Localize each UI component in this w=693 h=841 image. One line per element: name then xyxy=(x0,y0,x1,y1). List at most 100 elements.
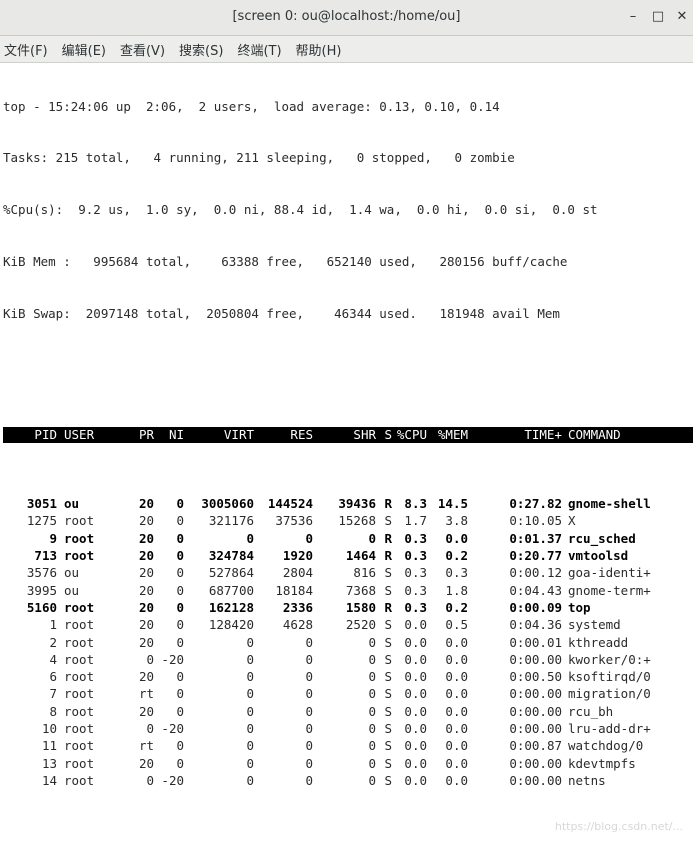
process-shr: 2520 xyxy=(345,617,376,633)
process-state: S xyxy=(384,565,392,581)
process-command: gnome-shell xyxy=(568,496,651,512)
process-user: ou xyxy=(64,565,80,581)
process-mem: 14.5 xyxy=(437,496,468,512)
process-shr: 1464 xyxy=(345,548,376,564)
process-ni: 0 xyxy=(176,703,184,719)
process-ni: 0 xyxy=(176,617,184,633)
process-user: root xyxy=(64,703,95,719)
terminal-output[interactable]: top - 15:24:06 up 2:06, 2 users, load av… xyxy=(0,63,693,841)
process-ni: 0 xyxy=(176,634,184,650)
menu-edit[interactable]: 编辑(E) xyxy=(62,40,106,59)
process-pid: 3051 xyxy=(26,496,57,512)
process-user: ou xyxy=(64,582,80,598)
process-row: 14 root 0 -20 0 0 0 S 0.0 0.0 0:00.00 netns xyxy=(3,772,693,789)
process-mem: 0.3 xyxy=(445,565,468,581)
process-state: S xyxy=(384,703,392,719)
process-state: R xyxy=(384,599,392,615)
process-row: 3051 ou 20 0 3005060 144524 39436 R 8.3 14.5 0:27.… xyxy=(3,495,693,512)
process-time: 0:00.00 xyxy=(509,651,562,667)
col-ni: NI xyxy=(168,427,184,443)
process-virt: 162128 xyxy=(208,599,254,615)
top-mem-line: KiB Mem : 995684 total, 63388 free, 6521… xyxy=(3,254,568,270)
process-row: 1275 root 20 0 321176 37536 15268 S 1.7 3.8 0:10.0… xyxy=(3,512,693,529)
process-shr: 0 xyxy=(368,530,376,546)
process-virt: 324784 xyxy=(208,548,254,564)
process-pid: 4 xyxy=(49,651,57,667)
process-pr: 20 xyxy=(138,582,154,598)
maximize-button[interactable]: □ xyxy=(649,8,667,26)
process-virt: 0 xyxy=(246,738,254,754)
process-pid: 9 xyxy=(49,530,57,546)
process-time: 0:00.01 xyxy=(509,634,562,650)
process-cpu: 0.0 xyxy=(404,669,427,685)
process-cpu: 0.3 xyxy=(404,565,427,581)
process-res: 0 xyxy=(305,703,313,719)
process-cpu: 0.0 xyxy=(404,738,427,754)
window-titlebar[interactable]: [screen 0: ou@localhost:/home/ou] – □ ✕ xyxy=(0,0,693,36)
process-time: 0:00.00 xyxy=(509,755,562,771)
process-user: root xyxy=(64,530,95,546)
process-time: 0:20.77 xyxy=(509,548,562,564)
top-cpu-line: %Cpu(s): 9.2 us, 1.0 sy, 0.0 ni, 88.4 id… xyxy=(3,202,598,218)
process-shr: 39436 xyxy=(338,496,376,512)
process-res: 37536 xyxy=(275,513,313,529)
col-cpu: %CPU xyxy=(396,427,427,443)
process-state: S xyxy=(384,634,392,650)
process-mem: 0.0 xyxy=(445,686,468,702)
menu-help[interactable]: 帮助(H) xyxy=(296,40,342,59)
process-virt: 0 xyxy=(246,651,254,667)
process-state: S xyxy=(384,582,392,598)
process-mem: 3.8 xyxy=(445,513,468,529)
process-mem: 0.5 xyxy=(445,617,468,633)
process-mem: 0.0 xyxy=(445,755,468,771)
menu-terminal[interactable]: 终端(T) xyxy=(237,40,281,59)
process-command: rcu_bh xyxy=(568,703,614,719)
menu-search[interactable]: 搜索(S) xyxy=(179,40,223,59)
process-state: R xyxy=(384,496,392,512)
process-pr: 20 xyxy=(138,599,154,615)
process-shr: 7368 xyxy=(345,582,376,598)
process-time: 0:00.00 xyxy=(509,720,562,736)
process-mem: 0.0 xyxy=(445,720,468,736)
process-res: 18184 xyxy=(275,582,313,598)
watermark-text: https://blog.csdn.net/... xyxy=(554,819,683,833)
process-time: 0:00.12 xyxy=(509,565,562,581)
process-time: 0:04.43 xyxy=(509,582,562,598)
process-virt: 0 xyxy=(246,686,254,702)
process-user: root xyxy=(64,772,95,788)
process-ni: -20 xyxy=(161,772,184,788)
process-shr: 0 xyxy=(368,738,376,754)
process-table-header: PID USER PR NI VIRT RES SHR S %CPU %MEM … xyxy=(3,427,693,444)
process-pr: 0 xyxy=(146,720,154,736)
menu-file[interactable]: 文件(F) xyxy=(4,40,48,59)
process-time: 0:00.00 xyxy=(509,703,562,719)
process-state: S xyxy=(384,755,392,771)
process-ni: 0 xyxy=(176,496,184,512)
process-mem: 0.0 xyxy=(445,703,468,719)
process-command: vmtoolsd xyxy=(568,548,629,564)
col-user: USER xyxy=(64,427,95,443)
process-state: S xyxy=(384,720,392,736)
minimize-button[interactable]: – xyxy=(624,8,642,26)
top-uptime-line: top - 15:24:06 up 2:06, 2 users, load av… xyxy=(3,98,500,114)
menu-view[interactable]: 查看(V) xyxy=(120,40,165,59)
col-time: TIME+ xyxy=(524,427,562,443)
process-row: 5160 root 20 0 162128 2336 1580 R 0.3 0.2 0:00.09 t… xyxy=(3,599,693,616)
process-command: netns xyxy=(568,772,606,788)
process-ni: 0 xyxy=(176,548,184,564)
process-shr: 0 xyxy=(368,772,376,788)
menu-bar: 文件(F) 编辑(E) 查看(V) 搜索(S) 终端(T) 帮助(H) xyxy=(0,36,693,63)
process-row: 10 root 0 -20 0 0 0 S 0.0 0.0 0:00.00 lru-add-dr+ xyxy=(3,720,693,737)
process-time: 0:27.82 xyxy=(509,496,562,512)
process-user: root xyxy=(64,617,95,633)
process-mem: 0.0 xyxy=(445,651,468,667)
process-cpu: 0.3 xyxy=(404,548,427,564)
process-row: 8 root 20 0 0 0 0 S 0.0 0.0 0:00.00 rcu_bh xyxy=(3,703,693,720)
process-shr: 0 xyxy=(368,755,376,771)
top-swap-line: KiB Swap: 2097148 total, 2050804 free, 4… xyxy=(3,306,560,322)
close-button[interactable]: ✕ xyxy=(673,8,691,26)
process-ni: 0 xyxy=(176,686,184,702)
process-command: kworker/0:+ xyxy=(568,651,651,667)
process-res: 0 xyxy=(305,738,313,754)
process-mem: 0.0 xyxy=(445,669,468,685)
